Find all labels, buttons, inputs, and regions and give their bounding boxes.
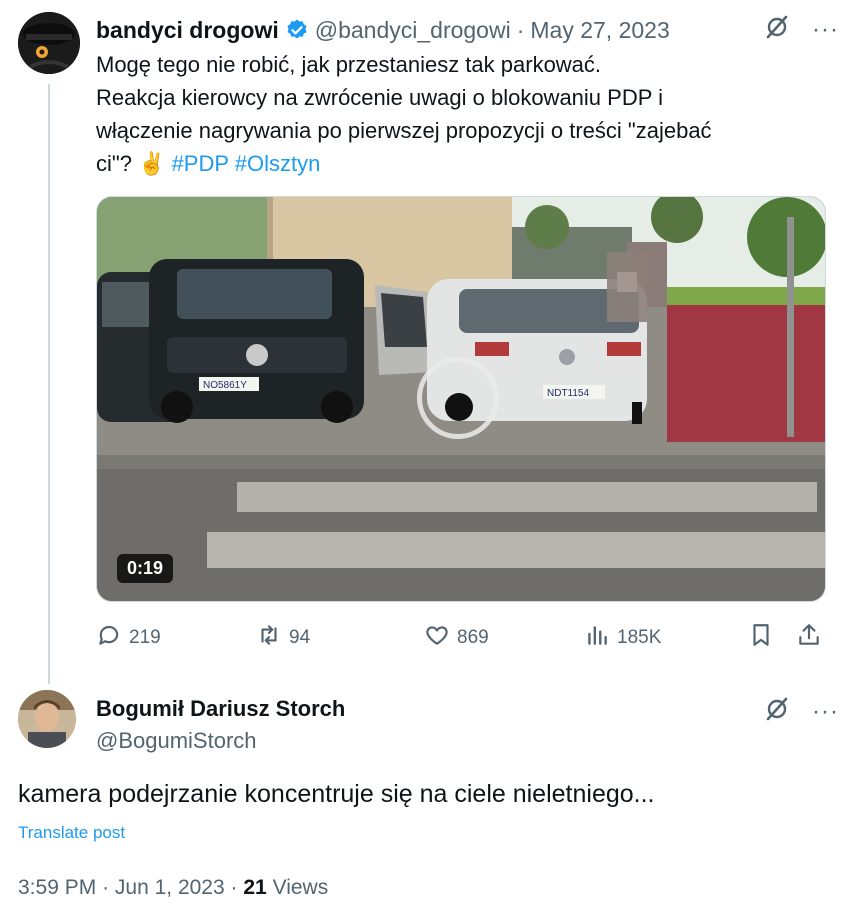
tweet-text-fragment: ci"? ✌️ [96, 151, 166, 176]
retweet-icon [256, 622, 282, 654]
header-separator: · [516, 16, 525, 43]
reply-views-count: 21 [243, 876, 267, 899]
tweet-text-line: Mogę tego nie robić, jak przestaniesz ta… [96, 52, 602, 77]
retweet-count: 94 [289, 627, 311, 648]
author-handle[interactable]: @bandyci_drogowi [315, 17, 511, 44]
author-name[interactable]: bandyci drogowi [96, 17, 279, 44]
reply-views-label: Views [272, 876, 329, 899]
reply-text: kamera podejrzanie koncentruje się na ci… [18, 780, 655, 808]
video-player[interactable]: NO5861Y NDT1154 0:19 [96, 196, 826, 602]
tweet-text-line: ci"? ✌️ #PDP #Olsztyn [96, 147, 836, 180]
meta-separator: · [230, 876, 238, 899]
like-count: 869 [457, 627, 489, 648]
more-options-icon[interactable]: ··· [812, 17, 839, 41]
like-button[interactable]: 869 [424, 622, 489, 654]
license-plate-text: NDT1154 [547, 388, 589, 399]
more-options-icon[interactable]: ··· [812, 699, 839, 723]
reply-author-name[interactable]: Bogumił Dariusz Storch [96, 696, 345, 722]
tweet-text-line: włączenie nagrywania po pierwszej propoz… [96, 118, 712, 143]
heart-icon [424, 622, 450, 654]
views-chart-icon [584, 622, 610, 654]
tweet-header: bandyci drogowi @bandyci_drogowi · May 2… [96, 14, 839, 46]
translate-post-link[interactable]: Translate post [18, 823, 125, 843]
reply-date[interactable]: Jun 1, 2023 [115, 876, 225, 899]
reply-button[interactable]: 219 [96, 622, 161, 654]
views-button[interactable]: 185K [584, 622, 661, 654]
views-count: 185K [617, 627, 662, 648]
tweet-text: Mogę tego nie robić, jak przestaniesz ta… [96, 48, 836, 180]
reply-author-handle[interactable]: @BogumiStorch [96, 728, 257, 754]
share-button[interactable] [796, 622, 822, 654]
video-play-indicator[interactable] [417, 357, 499, 439]
reply-time[interactable]: 3:59 PM [18, 876, 96, 899]
retweet-button[interactable]: 94 [256, 622, 310, 654]
tweet-header-actions: ··· [764, 14, 839, 45]
grok-icon[interactable] [764, 696, 790, 727]
thread-connector-line [48, 84, 50, 684]
reply-metadata: 3:59 PM · Jun 1, 2023 · 21 Views [18, 876, 328, 900]
share-icon [796, 622, 822, 654]
tweet-action-bar: 219 94 869 185K [96, 622, 826, 658]
hashtag-link[interactable]: #Olsztyn [235, 151, 321, 176]
video-duration-badge: 0:19 [117, 554, 174, 583]
verified-badge-icon [285, 18, 309, 42]
license-plate-text: NO5861Y [203, 380, 247, 391]
bookmark-icon [748, 622, 774, 654]
reply-author-avatar[interactable] [18, 690, 76, 748]
bookmark-button[interactable] [748, 622, 774, 654]
reply-count: 219 [129, 627, 161, 648]
meta-separator: · [102, 876, 110, 899]
reply-icon [96, 622, 122, 654]
author-avatar[interactable] [18, 12, 80, 74]
tweet-text-line: Reakcja kierowcy na zwrócenie uwagi o bl… [96, 85, 663, 110]
reply-header-actions: ··· [764, 696, 839, 727]
grok-icon[interactable] [764, 14, 790, 45]
tweet-date[interactable]: May 27, 2023 [530, 17, 669, 44]
hashtag-link[interactable]: #PDP [172, 151, 229, 176]
